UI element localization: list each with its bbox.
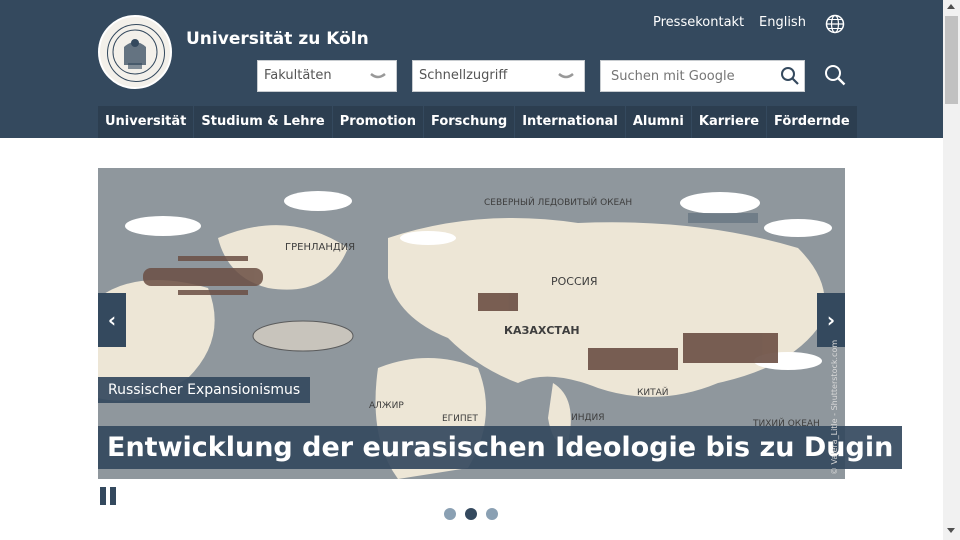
site-header: Universität zu Köln Pressekontakt Englis…: [0, 0, 943, 138]
scroll-thumb[interactable]: [945, 16, 958, 104]
slide-headline[interactable]: Entwicklung der eurasischen Ideologie bi…: [98, 426, 903, 469]
nav-item-alumni[interactable]: Alumni: [625, 106, 691, 138]
chevron-down-icon: [370, 73, 386, 79]
nav-item-promotion[interactable]: Promotion: [332, 106, 423, 138]
google-search-box: [600, 60, 805, 92]
map-label-india: ИНДИЯ: [571, 413, 605, 423]
map-label-china: КИТАЙ: [637, 386, 669, 398]
search-icon[interactable]: [824, 64, 846, 86]
scroll-up-arrow[interactable]: [947, 4, 955, 9]
search-submit-icon[interactable]: [780, 66, 800, 86]
nav-item-international[interactable]: International: [515, 106, 625, 138]
faculties-dropdown[interactable]: Fakultäten: [257, 60, 397, 92]
chevron-down-icon: [558, 73, 574, 79]
nav-item-foerdernde[interactable]: Fördernde: [767, 106, 857, 138]
nav-item-forschung[interactable]: Forschung: [423, 106, 515, 138]
pause-bar-left: [100, 487, 106, 505]
slider-dot-3[interactable]: [486, 508, 498, 520]
nav-item-universitaet[interactable]: Universität: [98, 106, 194, 138]
map-label-greenland: ГРЕНЛАНДИЯ: [285, 242, 355, 253]
slide-kicker[interactable]: Russischer Expansionismus: [98, 377, 311, 403]
faculties-dropdown-label: Fakultäten: [264, 68, 332, 83]
map-label-arctic-ocean: СЕВЕРНЫЙ ЛЕДОВИТЫЙ ОКЕАН: [484, 196, 632, 208]
main-navigation: Universität Studium & Lehre Promotion Fo…: [98, 106, 858, 138]
slider-dot-2[interactable]: [465, 508, 477, 520]
slider-dot-1[interactable]: [444, 508, 456, 520]
slider-pagination: [444, 508, 498, 520]
image-credit: © Valera_Litle - Shutterstock.com: [830, 339, 839, 475]
nav-item-studium-lehre[interactable]: Studium & Lehre: [194, 106, 332, 138]
quick-access-dropdown[interactable]: Schnellzugriff: [412, 60, 585, 92]
site-title[interactable]: Universität zu Köln: [186, 29, 369, 49]
map-label-kazakhstan: КАЗАХСТАН: [504, 324, 580, 337]
page-scrollbar[interactable]: [943, 0, 960, 540]
pause-bar-right: [110, 487, 116, 505]
nav-item-karriere[interactable]: Karriere: [691, 106, 767, 138]
english-language-link[interactable]: English: [759, 15, 806, 30]
press-contact-link[interactable]: Pressekontakt: [653, 15, 744, 30]
scroll-down-arrow[interactable]: [947, 528, 955, 533]
globe-icon[interactable]: [825, 14, 845, 34]
pause-icon[interactable]: [99, 487, 119, 505]
map-label-algeria: АЛЖИР: [369, 401, 404, 411]
map-label-egypt: ЕГИПЕТ: [442, 414, 478, 424]
university-seal-logo[interactable]: [98, 15, 172, 89]
seal-emblem: [112, 29, 158, 75]
search-input[interactable]: [601, 61, 771, 91]
slider-prev-button[interactable]: ‹: [98, 293, 126, 347]
quick-access-dropdown-label: Schnellzugriff: [419, 68, 508, 83]
map-label-russia: РОССИЯ: [551, 275, 598, 288]
